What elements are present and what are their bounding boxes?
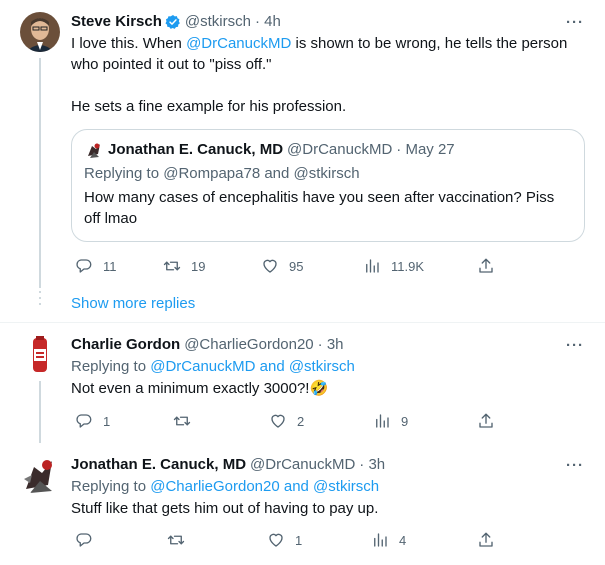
timestamp[interactable]: · 3h [359, 455, 385, 475]
quoted-replying-to: Replying to @Rompapa78 and @stkirsch [84, 165, 360, 182]
tweet-header: Charlie Gordon @CharlieGordon20 · 3h [71, 335, 583, 355]
retweet-button[interactable]: 19 [163, 256, 205, 276]
views-count: 11.9K [391, 258, 425, 274]
heart-icon [263, 259, 277, 273]
author-handle[interactable]: @DrCanuckMD [250, 455, 355, 475]
replying-to: Replying to @CharlieGordon20 and @stkirs… [71, 478, 380, 495]
mention-link[interactable]: @DrCanuckMD [186, 35, 291, 52]
more-icon[interactable]: ··· [565, 458, 585, 480]
quoted-timestamp: · May 27 [396, 141, 455, 158]
views-count: 9 [401, 413, 409, 429]
avatar-charlie-gordon[interactable] [20, 335, 60, 375]
retweet-button[interactable] [167, 530, 185, 550]
tweet-header: Jonathan E. Canuck, MD @DrCanuckMD · 3h [71, 455, 583, 475]
timestamp[interactable]: · 3h [318, 335, 344, 355]
tweet-actions: 1 4 [71, 530, 501, 550]
reply-icon [76, 414, 92, 428]
like-count: 1 [295, 532, 303, 548]
reply-icon [76, 259, 92, 273]
thread-dots [39, 291, 41, 311]
author-handle[interactable]: @stkirsch [185, 12, 251, 32]
replying-to-links[interactable]: @DrCanuckMD and @stkirsch [150, 358, 355, 375]
retweet-icon [173, 416, 191, 426]
tweet-main[interactable]: Steve Kirsch @stkirsch · 4h I love this.… [0, 0, 605, 290]
tweet-text: Stuff like that gets him out of having t… [71, 500, 379, 517]
quoted-tweet[interactable]: Jonathan E. Canuck, MD @DrCanuckMD · May… [71, 129, 585, 242]
more-icon[interactable]: ··· [565, 15, 585, 37]
quoted-avatar [84, 140, 104, 160]
like-button[interactable]: 1 [267, 530, 302, 550]
tweet-actions: 11 19 95 11.9K [71, 256, 501, 276]
reply-button[interactable]: 11 [75, 256, 117, 276]
replying-to-links[interactable]: @CharlieGordon20 and @stkirsch [150, 478, 379, 495]
share-button[interactable] [477, 530, 495, 550]
reply-button[interactable] [75, 530, 93, 550]
author-name[interactable]: Steve Kirsch [71, 12, 162, 32]
views-count: 4 [399, 532, 407, 548]
author-name[interactable]: Jonathan E. Canuck, MD [71, 455, 246, 475]
tweet-header: Steve Kirsch @stkirsch · 4h [71, 12, 583, 32]
show-more-replies-link[interactable]: Show more replies [71, 294, 195, 314]
retweet-icon [163, 261, 181, 271]
quoted-text: How many cases of encephalitis have you … [84, 189, 555, 227]
thread-line [39, 58, 41, 288]
views-button[interactable]: 4 [371, 530, 406, 550]
share-icon [479, 413, 493, 428]
tweet-actions: 1 2 9 [71, 411, 501, 431]
heart-icon [271, 414, 285, 428]
share-icon [479, 258, 493, 273]
views-button[interactable]: 11.9K [363, 256, 424, 276]
share-button[interactable] [477, 411, 495, 431]
like-count: 2 [297, 413, 305, 429]
avatar-jonathan-canuck[interactable] [20, 455, 60, 495]
share-icon [479, 532, 493, 547]
retweet-count: 19 [191, 258, 206, 274]
reply-count: 1 [103, 413, 111, 429]
reply-button[interactable]: 1 [75, 411, 110, 431]
like-button[interactable]: 95 [261, 256, 303, 276]
reply-count: 11 [103, 258, 117, 274]
views-icon [374, 533, 387, 547]
tweet-text: Not even a minimum exactly 3000?!🤣 [71, 380, 329, 397]
retweet-button[interactable] [173, 411, 191, 431]
retweet-icon [167, 535, 185, 545]
timestamp[interactable]: · 4h [255, 12, 281, 32]
replying-to: Replying to @DrCanuckMD and @stkirsch [71, 358, 355, 375]
share-button[interactable] [477, 256, 495, 276]
quoted-author-handle: @DrCanuckMD [287, 141, 393, 158]
author-handle[interactable]: @CharlieGordon20 [184, 335, 313, 355]
views-button[interactable]: 9 [373, 411, 408, 431]
reply-icon [76, 533, 92, 547]
quoted-author-name: Jonathan E. Canuck, MD [108, 141, 284, 158]
like-count: 95 [289, 258, 304, 274]
views-icon [376, 414, 389, 428]
tweet-text: I love this. When @DrCanuckMD is shown t… [71, 35, 568, 115]
avatar-steve-kirsch[interactable] [20, 12, 60, 52]
views-icon [366, 259, 379, 273]
like-button[interactable]: 2 [269, 411, 304, 431]
more-icon[interactable]: ··· [565, 338, 585, 360]
thread-line [39, 381, 41, 443]
verified-badge-icon [165, 15, 180, 29]
tweet-reply-charlie[interactable]: Charlie Gordon @CharlieGordon20 · 3h Rep… [0, 323, 605, 443]
heart-icon [269, 533, 283, 547]
tweet-reply-canuck[interactable]: Jonathan E. Canuck, MD @DrCanuckMD · 3h … [0, 443, 605, 565]
author-name[interactable]: Charlie Gordon [71, 335, 180, 355]
